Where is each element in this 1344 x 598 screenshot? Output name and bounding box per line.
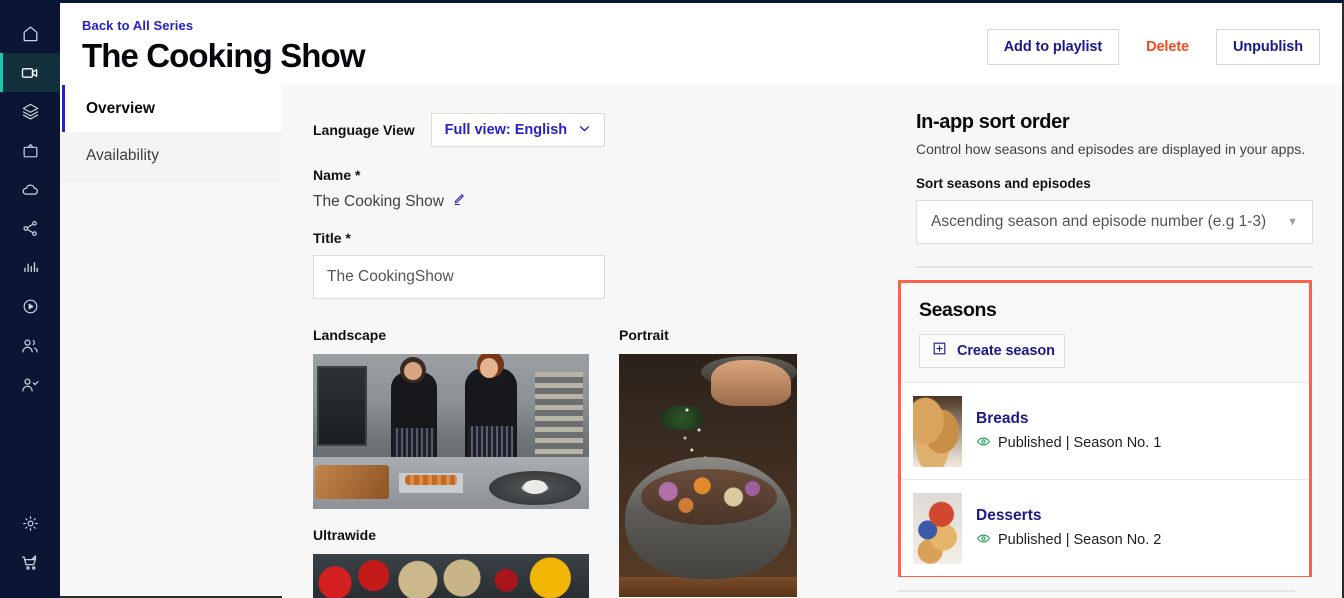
breads-thumbnail — [913, 395, 962, 467]
sidebar-item-cloud[interactable] — [0, 170, 60, 209]
chevron-down-icon — [578, 122, 591, 139]
pencil-icon[interactable] — [451, 192, 466, 212]
season-status-text: Published | Season No. 2 — [998, 532, 1162, 548]
back-to-all-series-link[interactable]: Back to All Series — [82, 18, 365, 33]
season-name-desserts[interactable]: Desserts — [976, 507, 1161, 525]
add-to-playlist-button[interactable]: Add to playlist — [986, 29, 1120, 65]
title-input[interactable] — [313, 255, 605, 299]
landscape-label: Landscape — [313, 327, 387, 343]
sort-order-select[interactable]: Ascending season and episode number (e.g… — [916, 200, 1313, 244]
tab-availability[interactable]: Availability — [60, 132, 282, 179]
name-value: The Cooking Show — [313, 193, 444, 210]
season-row-text: Desserts Published | Season No. 2 — [976, 507, 1161, 550]
sidebar-item-distribution[interactable] — [0, 209, 60, 248]
tv-icon — [21, 141, 40, 160]
layers-icon — [21, 102, 40, 121]
title-field-block: Title * — [313, 230, 886, 299]
user-check-icon — [20, 375, 40, 395]
season-row-desserts[interactable]: Desserts Published | Season No. 2 — [901, 479, 1309, 576]
sort-seasons-label: Sort seasons and episodes — [916, 176, 1091, 191]
seasons-panel-header: Seasons Create season — [901, 283, 1309, 368]
page-header: Back to All Series The Cooking Show Add … — [60, 3, 1342, 85]
panel-divider — [916, 266, 1313, 268]
page-title: The Cooking Show — [82, 37, 365, 74]
language-view-select[interactable]: Full view: English — [430, 113, 606, 147]
ultrawide-image[interactable] — [313, 554, 589, 598]
name-value-row: The Cooking Show — [313, 192, 886, 212]
sidebar-item-player[interactable] — [0, 287, 60, 326]
tab-overview[interactable]: Overview — [60, 85, 282, 132]
ultrawide-label: Ultrawide — [313, 527, 377, 543]
video-camera-icon — [20, 63, 40, 83]
sidebar-item-settings[interactable] — [0, 504, 60, 543]
eye-icon — [976, 434, 991, 453]
users-icon — [20, 336, 40, 356]
gear-icon — [21, 514, 40, 533]
title-label: Title * — [313, 230, 351, 246]
eye-icon — [976, 531, 991, 550]
media-portrait-block: Portrait — [619, 327, 797, 598]
tab-overview-label: Overview — [86, 99, 155, 117]
season-status-breads: Published | Season No. 1 — [976, 434, 1161, 453]
tab-availability-label: Availability — [86, 146, 159, 164]
sidebar-item-audience[interactable] — [0, 326, 60, 365]
season-row-breads[interactable]: Breads Published | Season No. 1 — [901, 382, 1309, 479]
app-window: Back to All Series The Cooking Show Add … — [0, 0, 1344, 598]
in-app-sort-order-title: In-app sort order — [916, 111, 1070, 133]
cloud-icon — [20, 180, 40, 200]
home-icon — [21, 24, 40, 43]
name-field-block: Name * The Cooking Show — [313, 167, 886, 212]
media-grid: Landscape Ultrawide Portrait — [313, 327, 886, 598]
sidebar-item-store[interactable] — [0, 543, 60, 582]
season-status-text: Published | Season No. 1 — [998, 435, 1162, 451]
overview-form: Language View Full view: English Name * … — [282, 85, 886, 598]
panel-divider-bottom — [898, 590, 1295, 592]
sidebar-item-collections[interactable] — [0, 92, 60, 131]
create-season-label: Create season — [957, 343, 1055, 359]
section-tabs: Overview Availability — [60, 85, 282, 598]
language-view-label: Language View — [313, 122, 415, 138]
sort-order-selected-value: Ascending season and episode number (e.g… — [931, 213, 1267, 230]
delete-button[interactable]: Delete — [1129, 29, 1207, 65]
unpublish-button[interactable]: Unpublish — [1216, 29, 1320, 65]
play-circle-icon — [21, 297, 40, 316]
season-status-desserts: Published | Season No. 2 — [976, 531, 1161, 550]
bar-chart-icon — [21, 258, 40, 277]
media-landscape-block: Landscape Ultrawide — [313, 327, 589, 598]
caret-down-icon: ▼ — [1287, 216, 1298, 228]
language-view-row: Language View Full view: English — [313, 113, 886, 147]
sidebar-item-home[interactable] — [0, 14, 60, 53]
seasons-list: Breads Published | Season No. 1 Desserts… — [901, 382, 1309, 576]
plus-box-icon — [932, 341, 947, 361]
portrait-image[interactable] — [619, 354, 797, 597]
cart-icon — [20, 553, 40, 573]
header-title-block: Back to All Series The Cooking Show — [60, 3, 365, 77]
landscape-image[interactable] — [313, 354, 589, 509]
season-name-breads[interactable]: Breads — [976, 410, 1161, 428]
share-icon — [21, 219, 40, 238]
sidebar-item-videos[interactable] — [0, 53, 60, 92]
create-season-button[interactable]: Create season — [919, 334, 1065, 368]
right-panel: In-app sort order Control how seasons an… — [886, 85, 1342, 598]
portrait-label: Portrait — [619, 327, 669, 343]
desserts-thumbnail — [913, 492, 962, 564]
seasons-panel: Seasons Create season Breads Published |… — [898, 280, 1312, 577]
season-row-text: Breads Published | Season No. 1 — [976, 410, 1161, 453]
sidebar-item-subscribers[interactable] — [0, 365, 60, 404]
seasons-title: Seasons — [919, 299, 997, 321]
language-view-value: Full view: English — [444, 122, 568, 138]
global-sidebar — [0, 3, 60, 598]
sidebar-item-apps[interactable] — [0, 131, 60, 170]
name-label: Name * — [313, 167, 361, 183]
in-app-sort-order-subtitle: Control how seasons and episodes are dis… — [916, 141, 1306, 157]
header-actions: Add to playlist Delete Unpublish — [986, 3, 1342, 65]
sidebar-item-analytics[interactable] — [0, 248, 60, 287]
